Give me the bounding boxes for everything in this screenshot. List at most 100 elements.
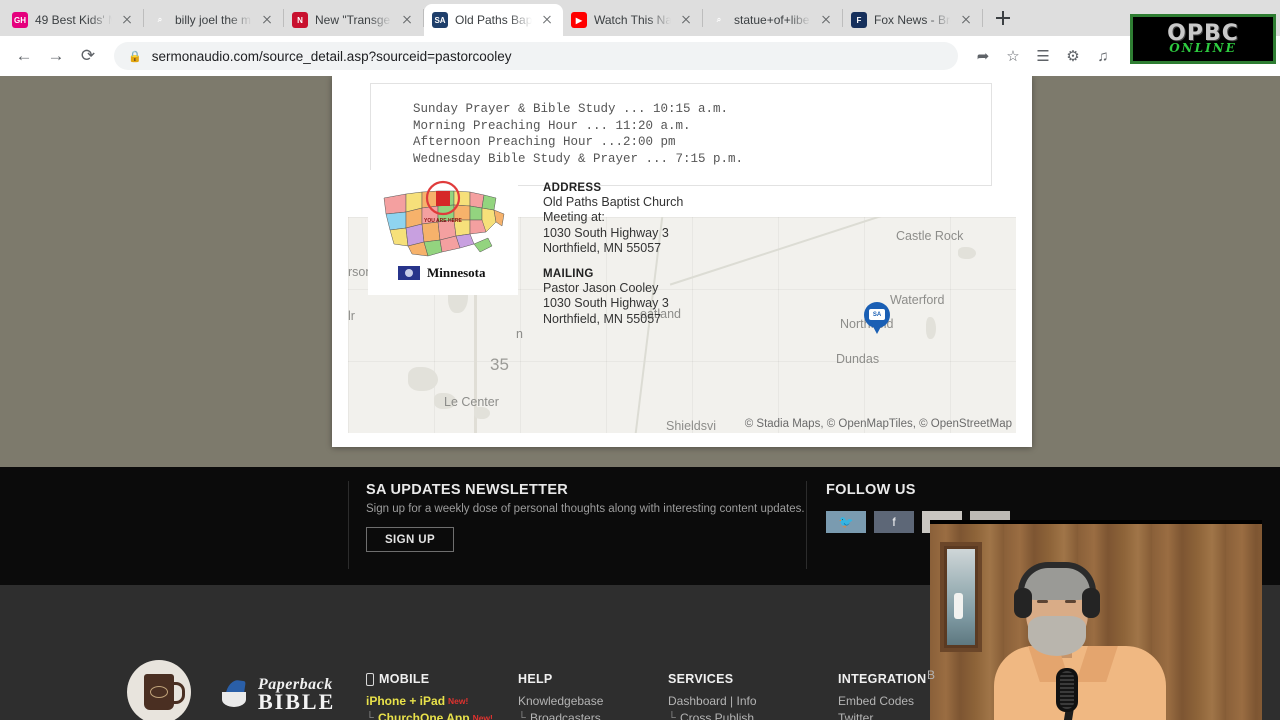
browser-tab-4[interactable]: ▶ Watch This Na: [563, 4, 702, 36]
divider: [348, 481, 349, 569]
bookmark-star-icon[interactable]: ☆: [1000, 43, 1026, 69]
headphones-band: [1018, 562, 1096, 592]
heading-text: INTEGRATION: [838, 672, 927, 686]
twitter-icon-button[interactable]: 🐦: [826, 511, 866, 533]
forward-button[interactable]: →: [42, 42, 70, 70]
eye-left: [1037, 600, 1048, 603]
foxnews-icon: F: [851, 12, 867, 28]
map-highway-number: 35: [490, 355, 509, 374]
address-line: Meeting at:: [543, 210, 605, 225]
nypost-icon: N: [292, 12, 308, 28]
map-label-dundas: Dundas: [836, 352, 880, 366]
content-card: Sunday Prayer & Bible Study ... 10:15 a.…: [332, 76, 1032, 447]
follow-us-title: FOLLOW US: [826, 482, 916, 498]
browser-chrome: GH 49 Best Kids' M ⌕ billy joel the m N …: [0, 0, 1280, 76]
us-map-thumbnail: YOU ARE HERE Minnesota: [368, 170, 518, 295]
tab-close-button[interactable]: [539, 12, 555, 28]
map-label-le-center: Le Center: [444, 395, 499, 409]
address-heading: ADDRESS: [543, 182, 602, 194]
extensions-icon[interactable]: ⚙: [1060, 43, 1086, 69]
browser-tab-2[interactable]: N New "Transge: [284, 4, 423, 36]
tab-close-button[interactable]: [678, 12, 694, 28]
browser-tab-5[interactable]: ⌕ statue+of+libe: [703, 4, 842, 36]
youtube-icon: ▶: [571, 12, 587, 28]
browser-tab-1[interactable]: ⌕ billy joel the m: [144, 4, 283, 36]
tab-title: New "Transge: [315, 13, 391, 27]
schedule-line: Afternoon Preaching Hour ...2:00 pm: [413, 135, 676, 149]
webcam-video-overlay[interactable]: [930, 520, 1262, 720]
map-lake: [926, 317, 936, 339]
footer-link[interactable]: Embed Codes: [838, 693, 943, 710]
footer-link[interactable]: Cross Publish: [668, 710, 788, 720]
paperback-bible-logo[interactable]: Paperback BIBLE: [222, 677, 335, 713]
mailing-line: Northfield, MN 55057: [543, 311, 662, 326]
phone-icon: [366, 672, 374, 686]
map-lake: [958, 247, 976, 259]
opbc-logo-sub: ONLINE: [1169, 41, 1237, 56]
headphone-earcup-right: [1082, 588, 1100, 618]
footer-link[interactable]: iPhone + iPad New!: [366, 693, 493, 710]
online-store-logo[interactable]: [127, 660, 191, 720]
address-line: 1030 South Highway 3: [543, 225, 669, 240]
reading-list-icon[interactable]: ☰: [1030, 43, 1056, 69]
schedule-line: Sunday Prayer & Bible Study ... 10:15 a.…: [413, 102, 729, 116]
tab-close-button[interactable]: [399, 12, 415, 28]
flag-seal: [405, 269, 413, 277]
schedule-line: Morning Preaching Hour ... 11:20 a.m.: [413, 118, 691, 133]
microphone: [1056, 668, 1078, 712]
footer-column-mobile: MOBILE iPhone + iPadNew! ChurchOne AppNe…: [366, 672, 493, 720]
back-button[interactable]: ←: [10, 42, 38, 70]
headphone-earcup-left: [1014, 588, 1032, 618]
new-badge: New!: [448, 696, 469, 706]
media-playlist-icon[interactable]: ♫: [1090, 43, 1116, 69]
broadcaster-person: [990, 560, 1170, 720]
browser-tab-0[interactable]: GH 49 Best Kids' M: [4, 4, 143, 36]
map-label-waterford: Waterford: [890, 293, 945, 307]
address-info-card: YOU ARE HERE Minnesota ADDRESS Old Paths…: [368, 170, 732, 345]
coffee-mug-icon: [144, 674, 185, 710]
tab-close-button[interactable]: [119, 12, 135, 28]
sermonaudio-icon: SA: [432, 12, 448, 28]
footer-link[interactable]: Broadcasters: [518, 710, 623, 720]
tab-title: 49 Best Kids' M: [35, 13, 112, 27]
gh-icon: GH: [12, 12, 28, 28]
footer-link[interactable]: Dashboard | Info: [668, 693, 788, 710]
tab-close-button[interactable]: [958, 12, 974, 28]
newsletter-description: Sign up for a weekly dose of personal th…: [366, 503, 805, 515]
picture-image: [947, 549, 975, 645]
state-name: Minnesota: [427, 265, 486, 280]
search-icon: ⌕: [716, 15, 722, 24]
sign-up-button[interactable]: SIGN UP: [366, 527, 454, 552]
leaf-icon: [222, 678, 252, 712]
tab-title: billy joel the m: [175, 13, 252, 27]
tab-strip: GH 49 Best Kids' M ⌕ billy joel the m N …: [0, 0, 1280, 36]
footer-link[interactable]: Twitter: [838, 710, 943, 720]
address-bar[interactable]: 🔒 sermonaudio.com/source_detail.asp?sour…: [114, 42, 958, 70]
footer-link[interactable]: Knowledgebase: [518, 693, 623, 710]
lock-icon: 🔒: [128, 50, 142, 63]
you-are-here-label: YOU ARE HERE: [424, 218, 463, 224]
column-heading-services: SERVICES: [668, 672, 788, 686]
newsletter-title: SA UPDATES NEWSLETTER: [366, 482, 569, 498]
footer-column-services: SERVICES Dashboard | Info Cross Publish …: [668, 672, 788, 720]
map-location-pin[interactable]: SA: [864, 302, 890, 336]
tab-close-button[interactable]: [818, 12, 834, 28]
tab-title: statue+of+libe: [734, 13, 810, 27]
opbc-online-logo-overlay: OPBC ONLINE: [1130, 14, 1276, 64]
address-line: Old Paths Baptist Church: [543, 195, 684, 209]
new-tab-button[interactable]: [989, 4, 1017, 32]
mailing-line: Pastor Jason Cooley: [543, 281, 659, 296]
tab-close-button[interactable]: [259, 12, 275, 28]
column-heading-mobile: MOBILE: [366, 672, 493, 686]
map-label-castle-rock: Castle Rock: [896, 229, 964, 243]
heading-text: SERVICES: [668, 672, 734, 686]
eye-right: [1065, 600, 1076, 603]
browser-tab-6[interactable]: F Fox News - Bre: [843, 4, 982, 36]
share-icon[interactable]: ➦: [970, 43, 996, 69]
footer-link[interactable]: ChurchOne AppNew!: [366, 710, 493, 720]
facebook-icon-button[interactable]: f: [874, 511, 914, 533]
address-text-block: ADDRESS Old Paths Baptist Church Meeting…: [518, 170, 683, 345]
reload-button[interactable]: ⟳: [74, 42, 102, 70]
microphone-grill: [1060, 671, 1074, 709]
browser-tab-3-active[interactable]: SA Old Paths Bap: [424, 4, 563, 36]
